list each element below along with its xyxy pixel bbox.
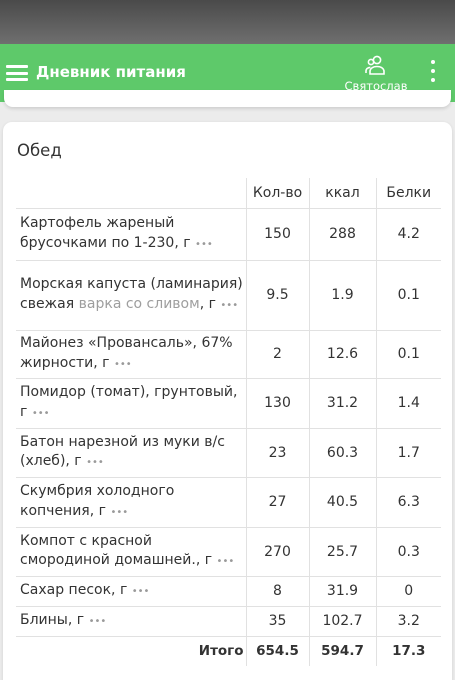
kcal-cell: 31.2 [308,378,376,429]
food-name-cell[interactable]: Морская капуста (ламинария) свежая варка… [16,260,246,331]
protein-cell: 0.1 [375,260,441,331]
table-row[interactable]: Компот с красной смородиной домашней., г… [16,527,441,577]
kcal-cell: 25.7 [308,527,376,577]
kcal-cell: 60.3 [308,428,376,478]
food-name: Сахар песок, г [20,581,128,598]
more-options-icon[interactable]: ••• [220,300,238,311]
table-row[interactable]: Картофель жареный брусочками по 1-230, г… [16,208,441,261]
food-name: Батон нарезной из муки в/с (хлеб), г [20,433,225,470]
protein-cell: 4.2 [375,208,441,261]
protein-cell: 3.2 [375,606,441,637]
food-preparation: варка со сливом [78,295,200,312]
protein-cell: 1.7 [375,428,441,478]
table-row[interactable]: Майонез «Провансаль», 67% жирности, г ••… [16,330,441,379]
food-name-cell[interactable]: Компот с красной смородиной домашней., г… [16,527,246,577]
protein-cell: 0.1 [375,330,441,379]
quantity-cell: 9.5 [245,260,309,331]
more-options-icon[interactable]: ••• [217,556,235,567]
food-name-cell[interactable]: Батон нарезной из муки в/с (хлеб), г ••• [16,428,246,478]
protein-cell: 0 [375,576,441,607]
food-name-cell[interactable]: Помидор (томат), грунтовый, г ••• [16,378,246,429]
table-row[interactable]: Морская капуста (ламинария) свежая варка… [16,260,441,331]
table-row[interactable]: Блины, г ••• 35 102.7 3.2 [16,606,441,637]
quantity-cell: 35 [245,606,309,637]
total-row: Итого 654.5 594.7 17.3 [16,636,441,666]
more-vertical-icon[interactable] [429,60,437,86]
meal-title: Обед [17,141,62,160]
food-name-cell[interactable]: Майонез «Провансаль», 67% жирности, г ••… [16,330,246,379]
quantity-cell: 27 [245,477,309,528]
quantity-cell: 23 [245,428,309,478]
food-name: Блины, г [20,611,85,628]
column-header-protein: Белки [375,178,441,209]
more-options-icon[interactable]: ••• [86,457,104,468]
table-row[interactable]: Сахар песок, г ••• 8 31.9 0 [16,576,441,607]
meal-card: Обед Кол-во ккал Белки Картофель жареный… [3,122,452,680]
column-header-kcal: ккал [308,178,376,209]
table-header-row: Кол-во ккал Белки [16,178,441,209]
kcal-cell: 102.7 [308,606,376,637]
column-header-quantity: Кол-во [245,178,309,209]
total-kcal: 594.7 [308,636,376,666]
kcal-cell: 12.6 [308,330,376,379]
quantity-cell: 270 [245,527,309,577]
protein-cell: 1.4 [375,378,441,429]
table-row[interactable]: Помидор (томат), грунтовый, г ••• 130 31… [16,378,441,429]
total-quantity: 654.5 [245,636,309,666]
food-name: Скумбрия холодного копчения, г [20,483,175,519]
food-unit: , г [199,295,216,312]
more-options-icon[interactable]: ••• [32,408,50,419]
more-options-icon[interactable]: ••• [132,586,150,597]
quantity-cell: 8 [245,576,309,607]
more-options-icon[interactable]: ••• [110,507,128,518]
quantity-cell: 150 [245,208,309,261]
table-row[interactable]: Скумбрия холодного копчения, г ••• 27 40… [16,477,441,528]
kcal-cell: 288 [308,208,376,261]
app-title: Дневник питания [36,63,186,81]
more-options-icon[interactable]: ••• [114,359,132,370]
column-header-name [16,178,246,209]
kcal-cell: 1.9 [308,260,376,331]
more-options-icon[interactable]: ••• [89,616,107,627]
status-bar [0,0,455,44]
users-icon[interactable] [364,53,388,77]
protein-cell: 0.3 [375,527,441,577]
kcal-cell: 31.9 [308,576,376,607]
total-protein: 17.3 [375,636,441,666]
quantity-cell: 130 [245,378,309,429]
food-name: Компот с красной смородиной домашней., г [20,532,213,569]
previous-meal-card-edge [4,90,451,107]
hamburger-menu-icon[interactable] [6,65,28,81]
quantity-cell: 2 [245,330,309,379]
total-label: Итого [198,643,244,660]
food-name-cell[interactable]: Блины, г ••• [16,606,246,637]
food-table: Кол-во ккал Белки Картофель жареный брус… [16,178,441,666]
food-name: Картофель жареный брусочками по 1-230, г [20,215,191,251]
more-options-icon[interactable]: ••• [195,239,213,250]
table-row[interactable]: Батон нарезной из муки в/с (хлеб), г •••… [16,428,441,478]
kcal-cell: 40.5 [308,477,376,528]
food-name: Помидор (томат), грунтовый, г [20,384,238,420]
food-name-cell[interactable]: Сахар песок, г ••• [16,576,246,607]
food-name-cell[interactable]: Картофель жареный брусочками по 1-230, г… [16,208,246,261]
protein-cell: 6.3 [375,477,441,528]
food-name-cell[interactable]: Скумбрия холодного копчения, г ••• [16,477,246,528]
